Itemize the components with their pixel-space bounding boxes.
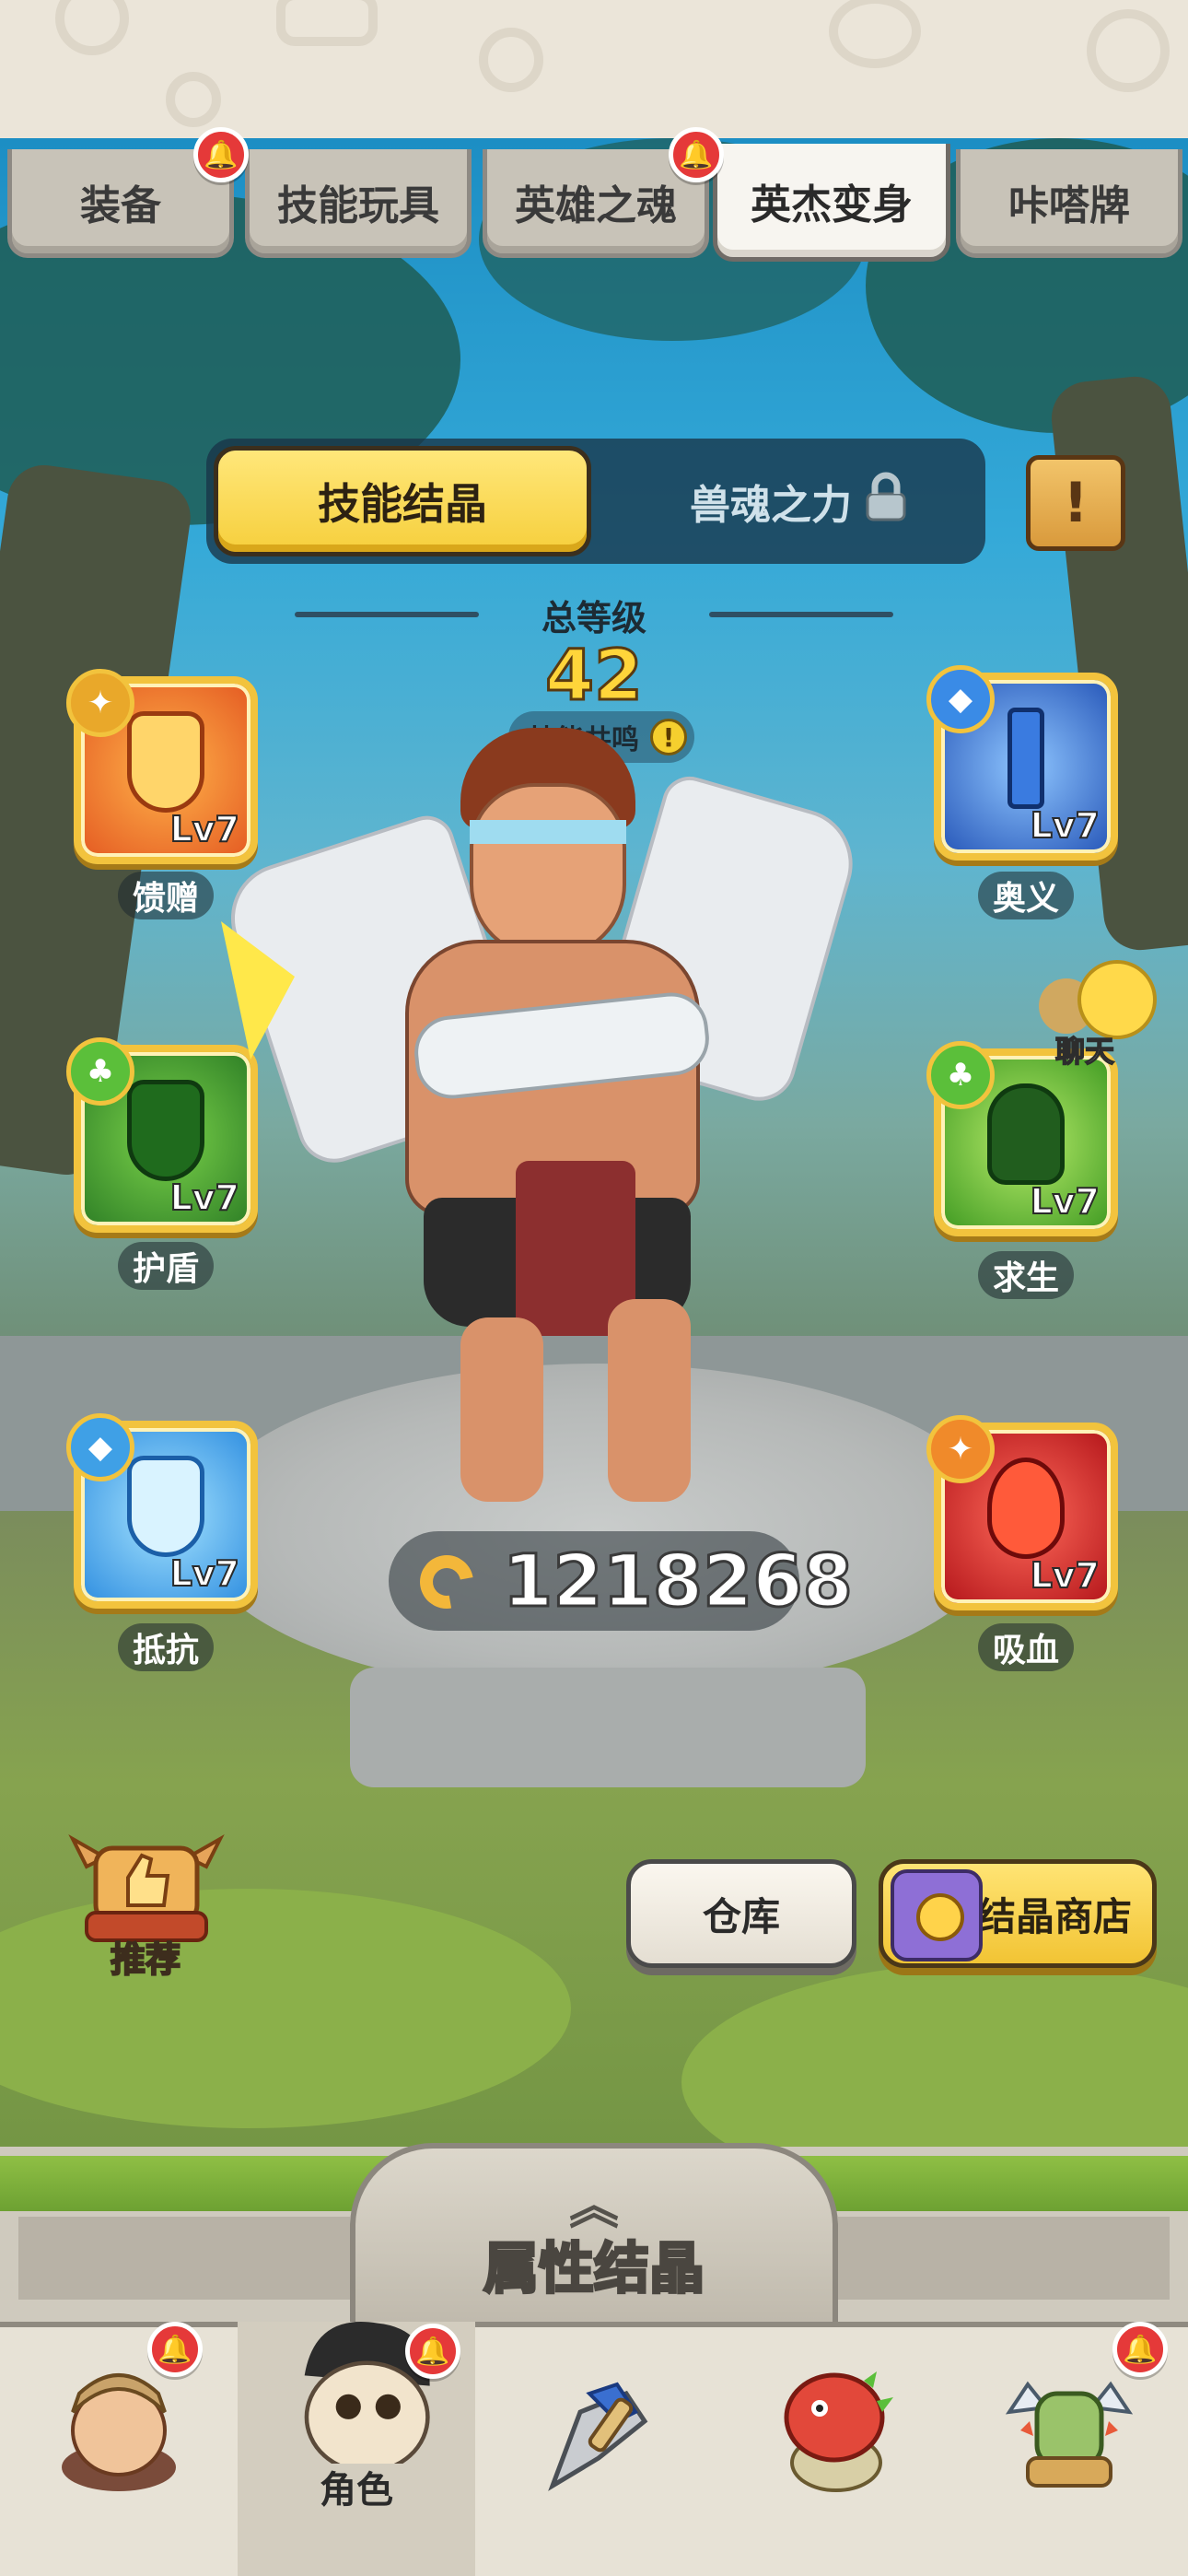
segment-label: 技能结晶 (318, 479, 487, 529)
tab-label: 技能玩具 (277, 181, 439, 229)
flame-gift-icon (127, 711, 204, 813)
drawer-band-left (18, 2217, 350, 2300)
swirl-decor (55, 0, 129, 55)
top-tab-bar: 装备 技能玩具 英雄之魂 英杰变身 咔嗒牌 🔔 🔔 (0, 122, 1188, 262)
nav-item-caveman[interactable]: 🔔 (0, 2322, 238, 2576)
notification-bell-icon: 🔔 (405, 2324, 460, 2379)
drawer-title[interactable]: 属性结晶 (387, 2224, 801, 2304)
skill-name: 奥义 (978, 872, 1074, 919)
decor-line (295, 612, 479, 617)
tab-label: 英雄之魂 (515, 181, 677, 229)
hero-character-icon (304, 2322, 430, 2464)
skill-level: Lv7 (1030, 804, 1101, 847)
rank-badge-icon: ✦ (66, 669, 134, 737)
total-level-label: 总等级 (541, 598, 646, 638)
dino-pet-icon (784, 2371, 893, 2492)
swirl-decor (276, 0, 378, 46)
hero-character (216, 728, 884, 1520)
nav-item-pet[interactable] (713, 2322, 950, 2576)
skill-level: Lv7 (1030, 1554, 1101, 1597)
tab-hero-transform[interactable]: 英杰变身 (713, 144, 950, 262)
notification-bell-icon: 🔔 (147, 2322, 203, 2377)
swirl-decor (829, 0, 921, 68)
nav-label: 角色 (320, 2469, 393, 2512)
tab-label: 装备 (80, 181, 161, 229)
skill-level: Lv7 (169, 1552, 240, 1595)
weapon-icon (548, 2382, 648, 2491)
nav-item-character[interactable]: 角色 🔔 (238, 2322, 475, 2576)
shield-badge-icon: ◆ (66, 1413, 134, 1481)
currency-value: 1218268 (502, 1540, 855, 1625)
stone-slab (350, 1668, 866, 1787)
shop-stall-icon (891, 1869, 983, 1961)
hero-leg-right (608, 1299, 691, 1502)
recommend-label: 推荐 (110, 1938, 181, 1981)
tab-label: 咔嗒牌 (1008, 181, 1130, 229)
skill-name: 护盾 (118, 1242, 214, 1290)
chat-label: 聊天 (1054, 1033, 1115, 1070)
skill-level: Lv7 (169, 808, 240, 850)
hero-head (470, 783, 626, 958)
decor-line (709, 612, 893, 617)
swirl-decor (479, 28, 543, 92)
crystal-currency: 1218268 (389, 1531, 854, 1631)
warehouse-button[interactable]: 仓库 (626, 1859, 856, 1968)
hero-headband (470, 820, 626, 844)
drawer-band-right (838, 2217, 1170, 2300)
skill-name: 馈赠 (118, 872, 214, 919)
shield-badge-icon: ◆ (926, 665, 995, 733)
swirl-decor (1087, 9, 1170, 92)
thumbs-up-trophy-icon (68, 1833, 225, 1942)
crystal-shop-label: 结晶商店 (976, 1893, 1132, 1939)
skill-slot-ultimate[interactable]: ◆ Lv7 (926, 665, 1118, 861)
skill-slot-resist[interactable]: ◆ Lv7 (66, 1413, 258, 1609)
exclamation-scroll-icon[interactable]: ! (1026, 455, 1125, 551)
segment-skill-crystal[interactable]: 技能结晶 (214, 446, 591, 556)
skill-name: 抵抗 (118, 1623, 214, 1671)
hand-survive-icon (987, 1083, 1065, 1185)
warehouse-label: 仓库 (702, 1893, 780, 1939)
swirl-decor (166, 72, 221, 127)
notification-bell-icon: 🔔 (669, 127, 724, 182)
segment-beast-soul[interactable]: 兽魂之力 (645, 446, 958, 556)
notice-symbol: ! (1063, 471, 1089, 535)
blood-drop-icon (987, 1458, 1065, 1559)
skill-level: Lv7 (169, 1177, 240, 1219)
lock-icon (859, 470, 913, 533)
nav-item-weapon[interactable] (475, 2322, 713, 2576)
notification-bell-icon: 🔔 (193, 127, 249, 182)
skill-slot-gift[interactable]: ✦ Lv7 (66, 669, 258, 864)
skill-slot-survive[interactable]: ♣ Lv7 (926, 1041, 1118, 1236)
skill-level: Lv7 (1030, 1180, 1101, 1223)
sword-icon (1007, 708, 1044, 809)
skill-name: 求生 (978, 1251, 1074, 1299)
shield-icon (127, 1080, 204, 1181)
caveman-character-icon (62, 2373, 176, 2491)
lightning-resist-icon (127, 1456, 204, 1557)
leaf-badge-icon: ♣ (926, 1041, 995, 1109)
tab-label: 英杰变身 (751, 181, 913, 228)
hero-leg-left (460, 1317, 543, 1502)
crystal-shop-button[interactable]: 结晶商店 (879, 1859, 1157, 1968)
notification-bell-icon: 🔔 (1112, 2322, 1168, 2377)
nav-item-orc[interactable]: 🔔 (950, 2322, 1188, 2576)
tab-skill-toys[interactable]: 技能玩具 (245, 149, 472, 258)
rank-badge-icon: ✦ (926, 1415, 995, 1483)
total-level-value: 42 (544, 633, 645, 718)
leaf-badge-icon: ♣ (66, 1037, 134, 1106)
crystal-horn-icon (409, 1544, 484, 1620)
skill-slot-lifesteal[interactable]: ✦ Lv7 (926, 1415, 1118, 1610)
skill-slot-shield[interactable]: ♣ Lv7 (66, 1037, 258, 1233)
orc-chief-icon (1005, 2381, 1134, 2488)
top-decor-strip (0, 0, 1188, 138)
tab-click-cards[interactable]: 咔嗒牌 (956, 149, 1182, 258)
skill-name: 吸血 (978, 1623, 1074, 1671)
segment-label: 兽魂之力 (690, 482, 852, 529)
